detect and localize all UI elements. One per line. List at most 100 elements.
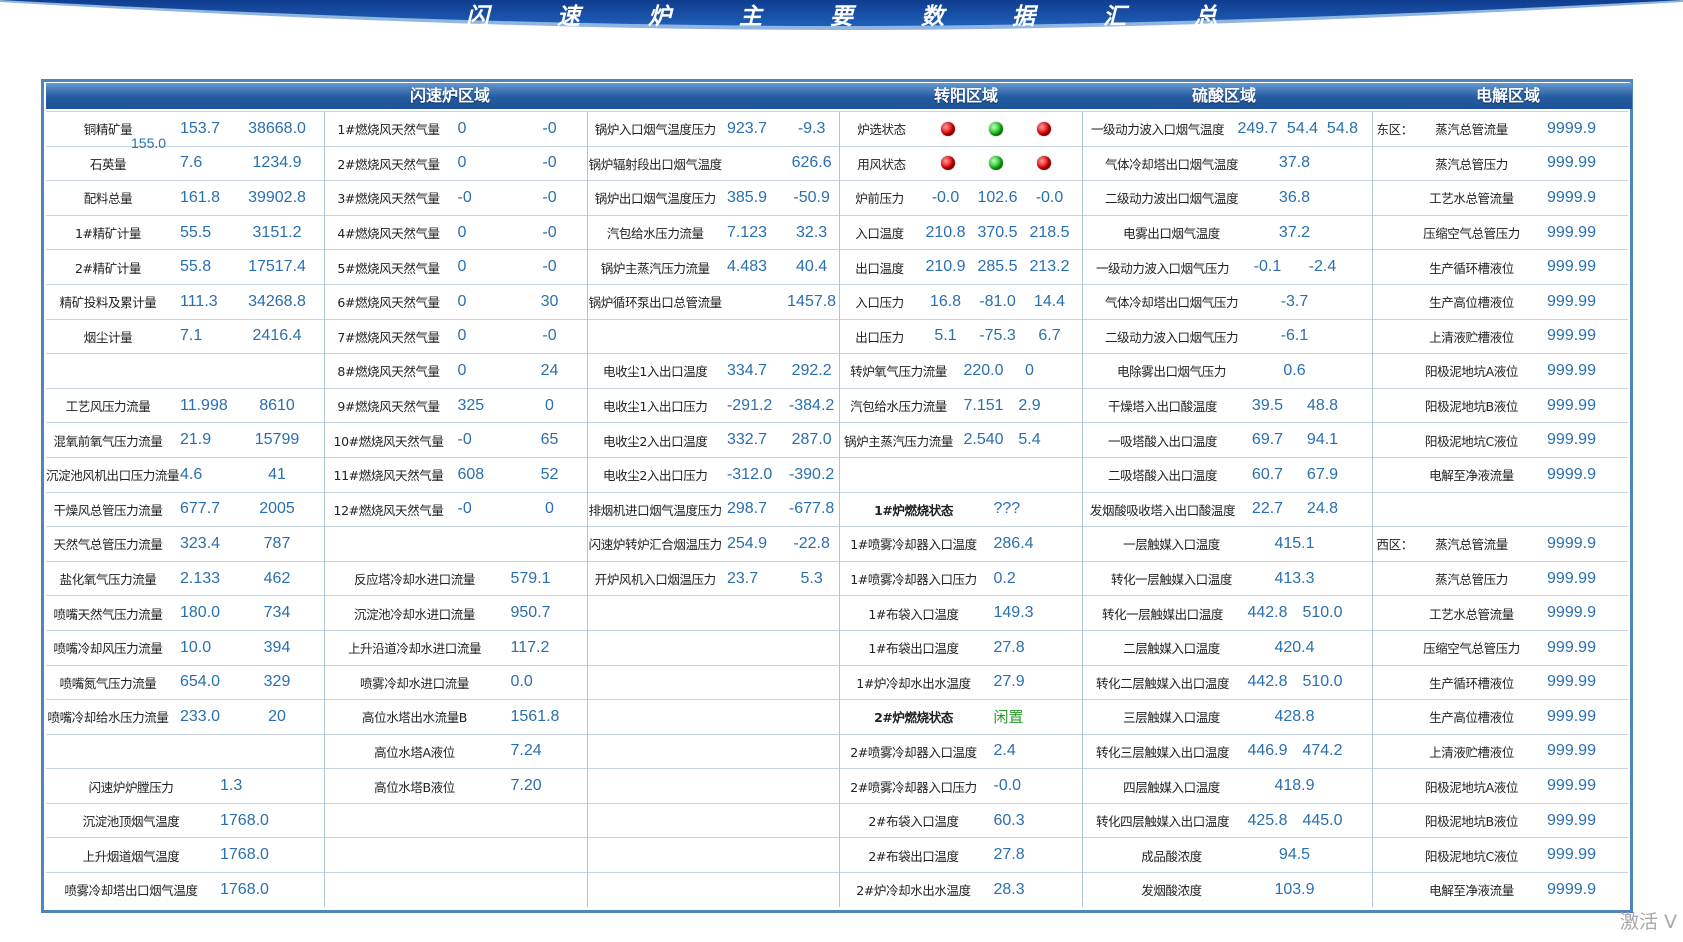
value: 999.99 <box>1547 223 1596 241</box>
value: 5.4 <box>1018 431 1041 449</box>
value: 608 <box>457 465 485 483</box>
header-converter: 转阳区域 <box>934 86 999 105</box>
flash-input-cell <box>46 733 324 769</box>
row-label: 喷雾冷却塔出口烟气温度 <box>64 883 198 899</box>
row-label: 转化一层触媒出口温度 <box>1101 606 1223 622</box>
row-label: 转化三层触媒入出口温度 <box>1095 744 1230 760</box>
row-label: 压缩空气总管压力 <box>1423 641 1520 657</box>
value: 41 <box>268 465 286 483</box>
electrolysis-cell: 生产循环槽液位 999.99 <box>1371 249 1628 285</box>
status-label: 用风状态 <box>857 156 906 172</box>
value: 32.3 <box>796 223 828 241</box>
value: 287.0 <box>791 431 832 449</box>
electrolysis-cell: 西区： 蒸汽总管流量 9999.9 <box>1371 526 1628 562</box>
row-label: 转炉氧气压力流量 <box>850 364 947 380</box>
electrolysis-cell: 阳极泥地坑A液位 999.99 <box>1371 353 1628 389</box>
value: 21.9 <box>180 431 212 449</box>
electrolysis-cell: 阳极泥地坑A液位 999.99 <box>1371 768 1628 804</box>
row-label: 闪速炉炉膛压力 <box>88 779 174 795</box>
row-label: 上升沿道冷却水进口流量 <box>347 641 482 657</box>
value: 40.4 <box>796 258 828 276</box>
table-row: 石英量 7.6 1234.9 2#燃烧风天然气量 0 -0 锅炉辐射段出口烟气温度 626.6… <box>46 145 1628 181</box>
row-label: 2#炉冷却水出水温度 <box>856 883 971 899</box>
value: 17517.4 <box>248 258 306 276</box>
value: -0 <box>542 119 557 137</box>
row-label: 阳极泥地坑B液位 <box>1425 814 1518 830</box>
row-label: 生产高位槽液位 <box>1429 710 1514 726</box>
row-label: 1#布袋入口温度 <box>868 606 959 622</box>
value: 27.9 <box>993 673 1025 691</box>
value: 4.6 <box>180 465 203 483</box>
value: 210.8 <box>925 223 966 241</box>
flash-gas-cell <box>323 837 587 873</box>
flash-gas-cell: 2#燃烧风天然气量 0 -0 <box>323 145 587 181</box>
acid-cell: 二级动力波入口烟气压力 -6.1 <box>1081 318 1372 354</box>
value: -0 <box>457 188 472 206</box>
row-label: 阳极泥地坑A液位 <box>1425 364 1518 380</box>
table-row: 8#燃烧风天然气量 0 24 电收尘1入出口温度 334.7 292.2 转炉氧气压力流量 2… <box>46 353 1628 389</box>
flash-input-cell: 铜精矿量 153.7 38668.0 <box>46 111 324 147</box>
table-row: 盐化氧气压力流量 2.133 462 反应塔冷却水进口流量 579.1 开炉风机入口烟温压… <box>46 560 1628 596</box>
flash-input-cell: 盐化氧气压力流量 2.133 462 <box>46 560 324 596</box>
row-label: 天然气总管压力流量 <box>53 537 163 553</box>
value: 161.8 <box>180 188 221 206</box>
table-row: 干燥风总管压力流量 677.7 2005 12#燃烧风天然气量 -0 0 排烟机进口烟气温度… <box>46 491 1628 527</box>
row-label: 电收尘2入出口压力 <box>603 468 708 484</box>
flash-input-cell: 喷雾冷却塔出口烟气温度 1768.0 <box>46 872 324 907</box>
value: 0 <box>457 292 467 310</box>
row-label: 开炉风机入口烟温压力 <box>594 572 716 588</box>
value: 0 <box>457 327 467 345</box>
value: 218.5 <box>1029 223 1070 241</box>
converter-cell: 1#喷雾冷却器入口温度 286.4 <box>838 526 1082 562</box>
row-label: 混氧前氧气压力流量 <box>53 433 163 449</box>
boiler-cell: 锅炉循环泵出口总管流量 1457.8 <box>586 283 839 320</box>
acid-cell: 一吸塔酸入出口温度 69.7 94.1 <box>1081 422 1372 458</box>
value: 4.483 <box>726 258 767 276</box>
flash-gas-cell: 高位水塔A液位 7.24 <box>323 733 587 769</box>
red-status-indicator <box>940 156 955 171</box>
boiler-cell <box>586 664 839 700</box>
row-label: 气体冷却塔出口烟气温度 <box>1104 156 1239 172</box>
acid-cell: 成品酸浓度 94.5 <box>1081 837 1372 873</box>
acid-cell: 一层触媒入口温度 415.1 <box>1081 526 1372 562</box>
value: 20 <box>268 707 286 725</box>
value: -0 <box>457 431 472 449</box>
row-label: 上升烟道烟气温度 <box>82 848 180 864</box>
value: 999.99 <box>1547 431 1596 449</box>
value: -0 <box>542 188 557 206</box>
row-label: 电雾出口烟气温度 <box>1123 226 1220 242</box>
value: 7.151 <box>963 396 1004 414</box>
header-electrolysis: 电解区域 <box>1476 86 1541 105</box>
flash-gas-cell: 1#燃烧风天然气量 0 -0 <box>323 111 587 147</box>
acid-cell: 气体冷却塔出口烟气压力 -3.7 <box>1081 283 1372 320</box>
value: 323.4 <box>180 534 221 552</box>
electrolysis-cell: 阳极泥地坑C液位 999.99 <box>1371 837 1628 873</box>
value: 2416.4 <box>252 327 302 345</box>
value: 254.9 <box>726 534 767 552</box>
value: 37.8 <box>1278 154 1311 172</box>
flash-gas-cell: 4#燃烧风天然气量 0 -0 <box>323 214 587 250</box>
table-row: 工艺风压力流量 11.998 8610 9#燃烧风天然气量 325 0 电收尘1入出口压力 -… <box>46 387 1628 423</box>
electrolysis-cell: 阳极泥地坑C液位 999.99 <box>1371 422 1628 458</box>
row-label: 10#燃烧风天然气量 <box>333 433 444 449</box>
value: 999.99 <box>1547 673 1596 691</box>
value: -81.0 <box>979 292 1016 310</box>
flash-gas-cell: 上升沿道冷却水进口流量 117.2 <box>323 629 587 665</box>
value: -22.8 <box>793 534 830 552</box>
red-status-indicator <box>1036 156 1051 171</box>
electrolysis-cell: 电解至净液流量 9999.9 <box>1371 872 1628 907</box>
boiler-cell: 汽包给水压力流量 7.123 32.3 <box>586 214 839 250</box>
table-row: 混氧前氧气压力流量 21.9 15799 10#燃烧风天然气量 -0 65 电收尘2入出口温… <box>46 422 1628 458</box>
acid-cell: 一级动力波入口烟气温度 249.7 54.4 54.8 <box>1081 111 1372 147</box>
row-label: 盐化氧气压力流量 <box>59 572 157 588</box>
acid-cell: 转化一层触媒入口温度 413.3 <box>1081 560 1372 596</box>
value: 999.99 <box>1547 707 1596 725</box>
title-banner: 闪 速 炉 主 要 数 据 汇 总 <box>0 0 1683 34</box>
value: 999.99 <box>1547 258 1596 276</box>
row-label: 2#布袋出口温度 <box>868 848 959 864</box>
row-label: 7#燃烧风天然气量 <box>337 329 440 345</box>
value: 0 <box>545 500 554 518</box>
table-row: 铜精矿量 153.7 38668.0 1#燃烧风天然气量 0 -0 锅炉入口烟气温度压力 92… <box>46 111 1628 147</box>
value: 1457.8 <box>787 292 837 310</box>
row-label: 压缩空气总管压力 <box>1423 226 1520 242</box>
